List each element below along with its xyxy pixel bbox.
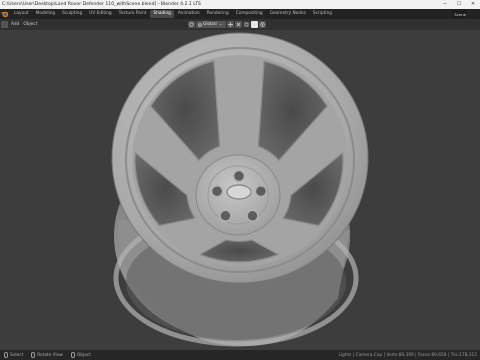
lug-nut-hole bbox=[232, 169, 246, 183]
status-rotate-view: Rotate View bbox=[37, 352, 63, 358]
transform-gizmo-bar: Global ⌄ bbox=[188, 21, 267, 29]
tab-shading[interactable]: Shading bbox=[150, 10, 174, 18]
mouse-left-icon bbox=[4, 352, 8, 358]
tab-compositing[interactable]: Compositing bbox=[233, 10, 266, 18]
proportional-edit-icon[interactable] bbox=[259, 21, 266, 28]
status-select: Select bbox=[10, 352, 24, 358]
rotate-icon[interactable] bbox=[235, 21, 242, 28]
scene-selector[interactable]: Scene bbox=[452, 10, 466, 18]
move-icon[interactable] bbox=[227, 21, 234, 28]
transform-orientation-label: Global bbox=[203, 22, 217, 27]
maximize-button[interactable]: ☐ bbox=[452, 0, 466, 9]
tab-layout[interactable]: Layout bbox=[11, 10, 32, 18]
minimize-button[interactable]: ─ bbox=[438, 0, 452, 9]
tab-animation[interactable]: Animation bbox=[175, 10, 203, 18]
tab-texture-paint[interactable]: Texture Paint bbox=[116, 10, 150, 18]
lug-nut-hole bbox=[254, 184, 268, 198]
tab-uv-editing[interactable]: UV Editing bbox=[86, 10, 114, 18]
cursor-icon[interactable] bbox=[188, 21, 195, 28]
lug-nut-hole bbox=[246, 209, 259, 223]
add-menu[interactable]: Add bbox=[9, 22, 21, 27]
object-menu[interactable]: Object bbox=[21, 22, 39, 27]
scene-statistics: Lights | Camera.Cap | Verts:89,369 | Fac… bbox=[338, 352, 477, 358]
tab-sculpting[interactable]: Sculpting bbox=[59, 10, 85, 18]
tab-modeling[interactable]: Modeling bbox=[33, 10, 59, 18]
window-controls: ─ ☐ ✕ bbox=[438, 0, 480, 9]
window-title: C:\Users\User\Desktop\Land Rover Defende… bbox=[2, 2, 201, 7]
tab-geometry-nodes[interactable]: Geometry Nodes bbox=[267, 10, 309, 18]
close-button[interactable]: ✕ bbox=[466, 0, 480, 9]
workspace-tab-bar: Layout Modeling Sculpting UV Editing Texture… bbox=[0, 9, 480, 19]
workspace-tabs: Layout Modeling Sculpting UV Editing Texture… bbox=[11, 10, 336, 18]
object-mode-icon[interactable] bbox=[1, 21, 8, 28]
scale-icon[interactable] bbox=[243, 21, 250, 28]
tab-rendering[interactable]: Rendering bbox=[204, 10, 232, 18]
scene-name: Scene bbox=[454, 11, 466, 17]
alloy-wheel-model bbox=[111, 32, 369, 347]
blender-logo-icon[interactable] bbox=[1, 10, 9, 18]
orientation-icon bbox=[198, 22, 202, 27]
transform-orientation-select[interactable]: Global ⌄ bbox=[196, 21, 226, 28]
mouse-right-icon bbox=[70, 352, 75, 358]
snap-icon[interactable] bbox=[251, 21, 258, 28]
window-titlebar: C:\Users\User\Desktop\Land Rover Defende… bbox=[0, 0, 480, 9]
tab-scripting[interactable]: Scripting bbox=[310, 10, 335, 18]
status-bar: Select Rotate View Object Lights | Camer… bbox=[0, 350, 480, 360]
viewport-header: Add Object Global ⌄ bbox=[0, 19, 480, 30]
mouse-middle-icon bbox=[31, 352, 36, 358]
lug-nut-hole bbox=[219, 209, 232, 223]
chevron-down-icon: ⌄ bbox=[218, 22, 223, 27]
lug-nut-hole bbox=[210, 184, 224, 198]
center-cap-logo bbox=[226, 184, 252, 200]
status-object: Object bbox=[76, 352, 91, 358]
3d-viewport[interactable] bbox=[0, 30, 480, 350]
